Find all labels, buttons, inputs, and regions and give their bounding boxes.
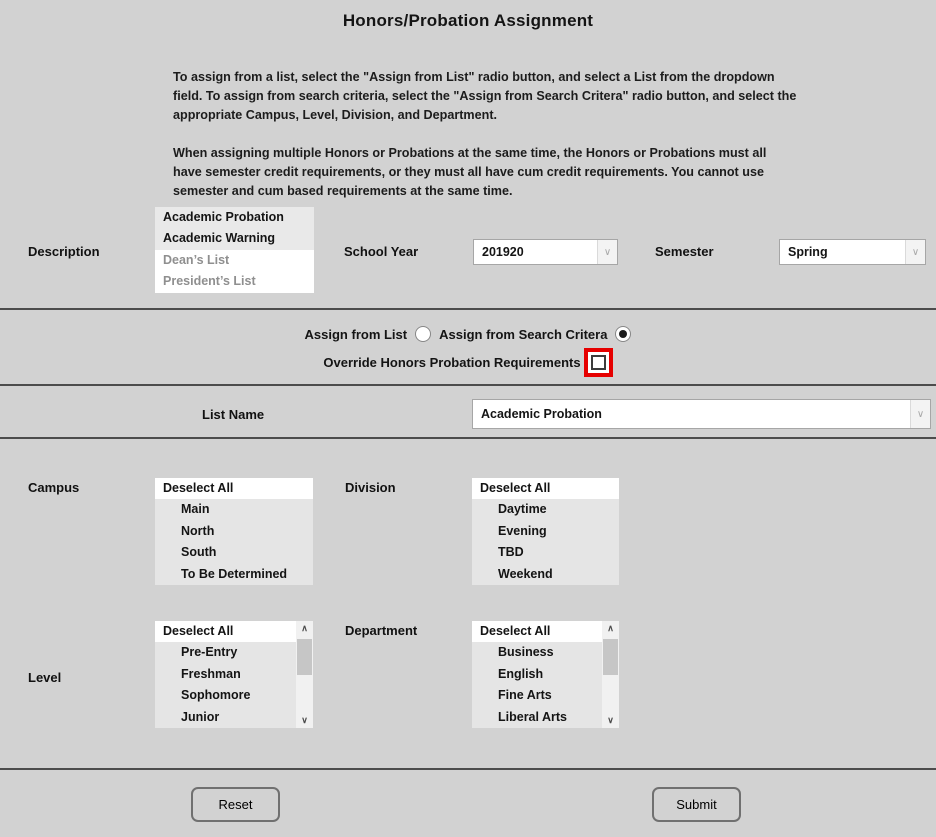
list-name-value: Academic Probation: [473, 400, 910, 428]
level-option[interactable]: Sophomore: [155, 685, 296, 706]
instructions-paragraph-2: When assigning multiple Honors or Probat…: [173, 144, 797, 201]
level-option[interactable]: Pre-Entry: [155, 642, 296, 663]
override-row: Override Honors Probation Requirements: [0, 347, 936, 377]
semester-dropdown[interactable]: Spring ∨: [779, 239, 926, 265]
scroll-up-icon[interactable]: ∧: [602, 621, 619, 636]
division-option[interactable]: Daytime: [472, 499, 619, 520]
level-listbox: Deselect All Pre-Entry Freshman Sophomor…: [155, 621, 313, 728]
semester-value: Spring: [780, 240, 905, 264]
divider: [0, 384, 936, 386]
divider: [0, 768, 936, 770]
assign-from-list-label: Assign from List: [305, 327, 408, 342]
scroll-up-icon[interactable]: ∧: [296, 621, 313, 636]
department-scrollbar[interactable]: ∧ ∨: [602, 621, 619, 728]
page-title: Honors/Probation Assignment: [0, 11, 936, 31]
scrollbar-thumb[interactable]: [603, 639, 618, 675]
honors-probation-form: Honors/Probation Assignment To assign fr…: [0, 0, 936, 837]
division-option-deselect-all[interactable]: Deselect All: [472, 478, 619, 499]
division-label: Division: [345, 480, 396, 495]
level-scrollbar[interactable]: ∧ ∨: [296, 621, 313, 728]
department-listbox: Deselect All Business English Fine Arts …: [472, 621, 619, 728]
level-label: Level: [28, 670, 61, 685]
school-year-dropdown[interactable]: 201920 ∨: [473, 239, 618, 265]
divider: [0, 437, 936, 439]
campus-option[interactable]: To Be Determined: [155, 564, 313, 585]
campus-option[interactable]: North: [155, 521, 313, 542]
division-option[interactable]: Weekend: [472, 564, 619, 585]
department-option[interactable]: English: [472, 664, 602, 685]
department-option[interactable]: Liberal Arts: [472, 707, 602, 728]
department-option[interactable]: Fine Arts: [472, 685, 602, 706]
scroll-down-icon[interactable]: ∨: [602, 713, 619, 728]
instructions-paragraph-1: To assign from a list, select the "Assig…: [173, 68, 797, 125]
level-option[interactable]: Junior: [155, 707, 296, 728]
description-label: Description: [28, 244, 100, 259]
campus-listbox: Deselect All Main North South To Be Dete…: [155, 478, 313, 585]
chevron-down-icon[interactable]: ∨: [597, 240, 617, 264]
list-name-dropdown[interactable]: Academic Probation ∨: [472, 399, 931, 429]
department-label: Department: [345, 623, 417, 638]
scroll-down-icon[interactable]: ∨: [296, 713, 313, 728]
level-option[interactable]: Freshman: [155, 664, 296, 685]
school-year-value: 201920: [474, 240, 597, 264]
list-name-label: List Name: [202, 407, 264, 422]
override-highlight-box: [584, 348, 613, 377]
description-listbox: Academic Probation Academic Warning Dean…: [155, 207, 314, 293]
division-option[interactable]: Evening: [472, 521, 619, 542]
assign-from-search-label: Assign from Search Critera: [439, 327, 607, 342]
instructions: To assign from a list, select the "Assig…: [173, 68, 797, 201]
school-year-label: School Year: [344, 244, 418, 259]
override-label: Override Honors Probation Requirements: [323, 355, 580, 370]
department-option-deselect-all[interactable]: Deselect All: [472, 621, 602, 642]
semester-label: Semester: [655, 244, 714, 259]
assign-from-list-radio[interactable]: [415, 326, 431, 342]
assign-mode-row: Assign from List Assign from Search Crit…: [0, 325, 936, 343]
campus-option-deselect-all[interactable]: Deselect All: [155, 478, 313, 499]
divider: [0, 308, 936, 310]
department-option[interactable]: Business: [472, 642, 602, 663]
description-option[interactable]: Academic Warning: [155, 228, 314, 249]
override-checkbox[interactable]: [591, 355, 606, 370]
description-option[interactable]: Academic Probation: [155, 207, 314, 228]
division-option[interactable]: TBD: [472, 542, 619, 563]
reset-button[interactable]: Reset: [191, 787, 280, 822]
level-option-deselect-all[interactable]: Deselect All: [155, 621, 296, 642]
scrollbar-thumb[interactable]: [297, 639, 312, 675]
description-option[interactable]: Dean’s List: [155, 250, 314, 271]
division-listbox: Deselect All Daytime Evening TBD Weekend: [472, 478, 619, 585]
campus-label: Campus: [28, 480, 79, 495]
description-option[interactable]: President’s List: [155, 271, 314, 292]
assign-from-search-radio[interactable]: [615, 326, 631, 342]
campus-option[interactable]: Main: [155, 499, 313, 520]
campus-option[interactable]: South: [155, 542, 313, 563]
chevron-down-icon[interactable]: ∨: [905, 240, 925, 264]
chevron-down-icon[interactable]: ∨: [910, 400, 930, 428]
submit-button[interactable]: Submit: [652, 787, 741, 822]
